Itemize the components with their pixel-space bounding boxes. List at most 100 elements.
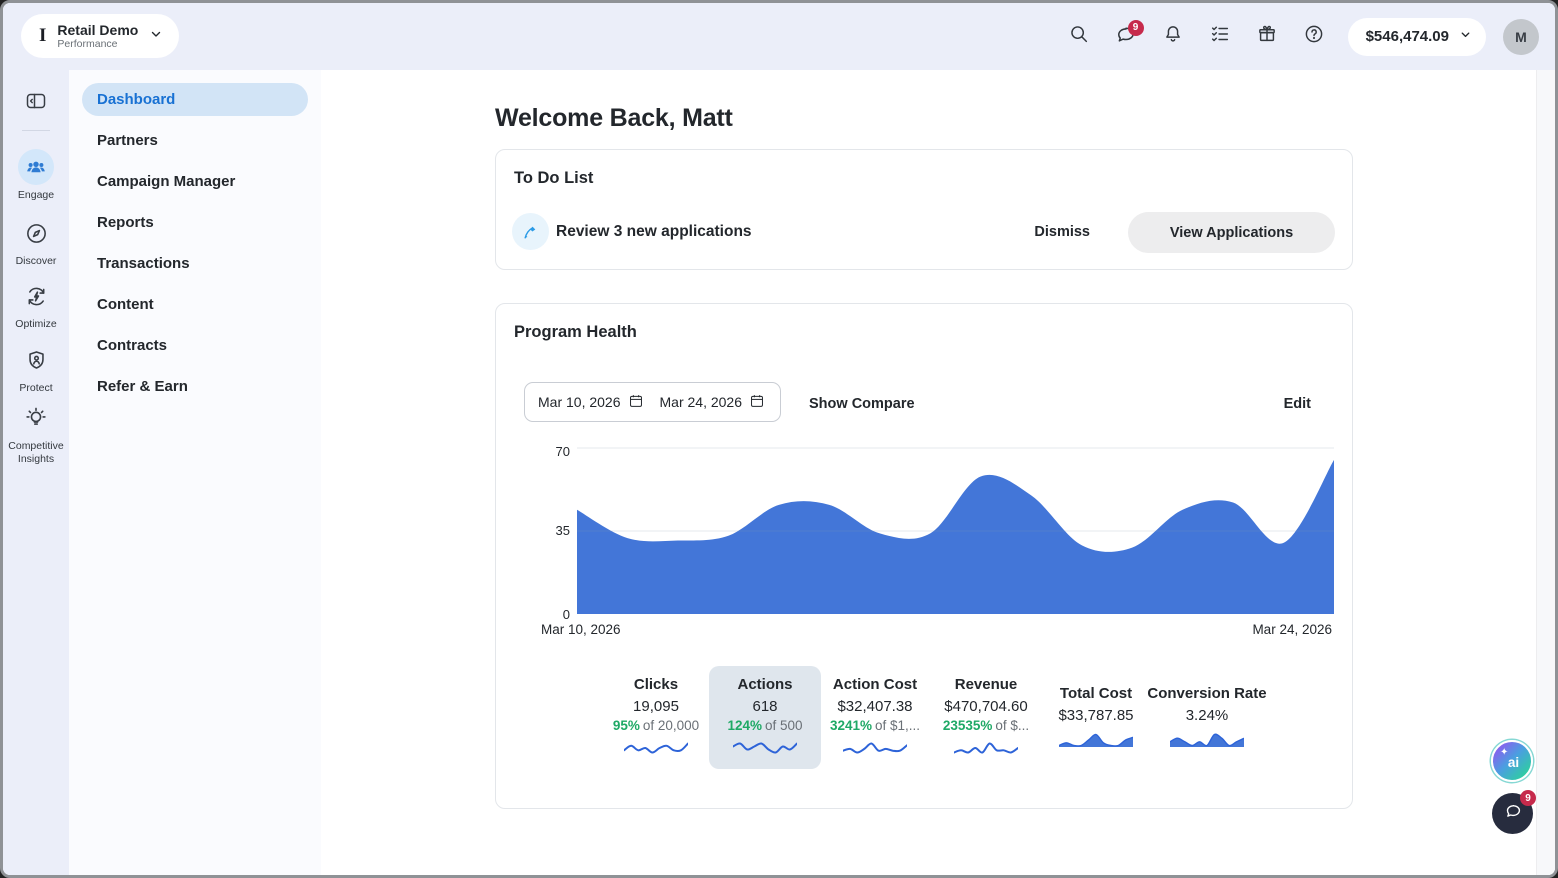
rail-item-optimize[interactable]: Optimize <box>3 284 69 331</box>
start-date-value: Mar 10, 2026 <box>538 394 621 410</box>
notifications-button[interactable] <box>1154 18 1192 56</box>
rail-label-competitive-insights: Competitive Insights <box>8 440 64 465</box>
sidebar-item-refer-earn[interactable]: Refer & Earn <box>82 370 308 403</box>
todo-card: To Do List Review 3 new applications Dis… <box>495 149 1353 270</box>
sidebar-item-contracts[interactable]: Contracts <box>82 329 308 362</box>
rewards-button[interactable] <box>1248 18 1286 56</box>
shield-icon <box>24 351 49 377</box>
help-button[interactable] <box>1295 18 1333 56</box>
bell-icon <box>1162 23 1184 50</box>
metric-tile-clicks[interactable]: Clicks 19,095 95% of 20,000 <box>600 666 712 769</box>
workspace-name: Retail Demo <box>57 21 139 38</box>
y-axis-tick-35: 35 <box>555 523 570 538</box>
rail-item-protect[interactable]: Protect <box>3 348 69 395</box>
rail-label-discover: Discover <box>15 255 57 267</box>
brand-logo: I <box>39 25 47 46</box>
messages-badge: 9 <box>1127 19 1144 36</box>
compass-icon <box>24 224 49 250</box>
show-compare-button[interactable]: Show Compare <box>809 396 915 412</box>
ai-assistant-button[interactable]: ✦ ai <box>1491 740 1533 782</box>
icon-rail: Engage Discover Optimize Protect Competi… <box>3 70 69 875</box>
chat-bubble-icon <box>1502 800 1524 827</box>
metric-value: $470,704.60 <box>944 698 1028 715</box>
metric-label: Actions <box>737 676 793 693</box>
workspace-switcher[interactable]: I Retail Demo Performance <box>21 14 180 58</box>
metric-tile-action-cost[interactable]: Action Cost $32,407.38 3241% of $1,... <box>819 666 931 769</box>
actions-sparkline <box>732 742 798 754</box>
rail-divider <box>22 130 50 131</box>
dismiss-button[interactable]: Dismiss <box>1034 224 1090 240</box>
scrollbar-gutter[interactable] <box>1536 70 1555 875</box>
sidebar-item-content[interactable]: Content <box>82 288 308 321</box>
x-axis-label-end: Mar 24, 2026 <box>1252 622 1332 637</box>
metric-tile-conversion-rate[interactable]: Conversion Rate 3.24% <box>1146 666 1268 769</box>
program-health-area-chart <box>577 447 1334 614</box>
rail-item-engage[interactable]: Engage <box>3 149 69 202</box>
metric-tile-actions[interactable]: Actions 618 124% of 500 <box>709 666 821 769</box>
sidebar-item-reports[interactable]: Reports <box>82 206 308 239</box>
page-title: Welcome Back, Matt <box>495 104 733 132</box>
rail-label-protect: Protect <box>19 382 53 394</box>
program-health-title: Program Health <box>514 323 637 341</box>
collapse-sidebar-button[interactable] <box>24 89 48 113</box>
edit-button[interactable]: Edit <box>1284 396 1311 412</box>
balance-amount: $546,474.09 <box>1365 28 1449 45</box>
start-date-input[interactable]: Mar 10, 2026 <box>538 393 644 412</box>
search-icon <box>1068 23 1090 50</box>
search-button[interactable] <box>1060 18 1098 56</box>
end-date-input[interactable]: Mar 24, 2026 <box>660 393 766 412</box>
metric-value: 618 <box>752 698 778 715</box>
people-group-icon <box>18 149 54 185</box>
metric-label: Total Cost <box>1059 685 1133 702</box>
rail-label-engage: Engage <box>17 189 55 201</box>
metric-tile-revenue[interactable]: Revenue $470,704.60 23535% of $... <box>930 666 1042 769</box>
app-window: I Retail Demo Performance 9 $546,474.09 … <box>0 0 1558 878</box>
sidebar-item-campaign-manager[interactable]: Campaign Manager <box>82 165 308 198</box>
top-bar: I Retail Demo Performance 9 $546,474.09 … <box>3 3 1555 70</box>
metric-value: 19,095 <box>633 698 679 715</box>
messages-button[interactable]: 9 <box>1107 18 1145 56</box>
clicks-sparkline <box>623 742 689 754</box>
rail-item-competitive-insights[interactable]: Competitive Insights <box>3 405 69 465</box>
sidebar-item-transactions[interactable]: Transactions <box>82 247 308 280</box>
calendar-icon <box>628 393 644 412</box>
metric-label: Revenue <box>954 676 1018 693</box>
metric-label: Conversion Rate <box>1147 685 1267 702</box>
metric-tile-total-cost[interactable]: Total Cost $33,787.85 <box>1040 666 1152 769</box>
signature-pen-icon <box>512 213 549 250</box>
metric-value: 3.24% <box>1185 707 1229 724</box>
program-health-card: Program Health Mar 10, 2026 Mar 24, 2026… <box>495 303 1353 809</box>
support-chat-badge: 9 <box>1520 790 1536 806</box>
account-balance-dropdown[interactable]: $546,474.09 <box>1347 17 1486 56</box>
topbar-actions: 9 $546,474.09 M <box>1060 3 1539 70</box>
rail-item-discover[interactable]: Discover <box>3 221 69 268</box>
action-cost-sparkline <box>842 742 908 754</box>
metric-goal: 23535% of $... <box>942 718 1030 733</box>
chevron-down-icon <box>149 27 163 46</box>
sidebar-item-dashboard[interactable]: Dashboard <box>82 83 308 116</box>
view-applications-button[interactable]: View Applications <box>1128 212 1335 253</box>
sidebar-item-partners[interactable]: Partners <box>82 124 308 157</box>
y-axis-tick-0: 0 <box>562 607 570 622</box>
y-axis-tick-70: 70 <box>555 444 570 459</box>
total-cost-sparkline <box>1058 733 1134 747</box>
gift-icon <box>1256 23 1278 50</box>
panel-collapse-icon <box>24 93 48 117</box>
user-avatar[interactable]: M <box>1503 18 1539 55</box>
metric-goal: 124% of 500 <box>727 718 803 733</box>
todo-task-text: Review 3 new applications <box>556 223 752 240</box>
workspace-subtitle: Performance <box>57 38 118 51</box>
end-date-value: Mar 24, 2026 <box>659 394 743 410</box>
support-chat-button[interactable]: 9 <box>1492 790 1536 834</box>
tasks-checklist-icon <box>1209 23 1231 50</box>
help-icon <box>1303 23 1325 50</box>
metric-goal: 3241% of $1,... <box>829 718 921 733</box>
metric-label: Action Cost <box>832 676 918 693</box>
x-axis-label-start: Mar 10, 2026 <box>541 622 621 637</box>
metric-goal: 95% of 20,000 <box>612 718 700 733</box>
tasks-button[interactable] <box>1201 18 1239 56</box>
main-content: Welcome Back, Matt To Do List Review 3 n… <box>321 70 1555 875</box>
sidebar-nav: Dashboard Partners Campaign Manager Repo… <box>69 70 321 875</box>
revenue-sparkline <box>953 742 1019 754</box>
lightbulb-icon <box>23 407 49 435</box>
